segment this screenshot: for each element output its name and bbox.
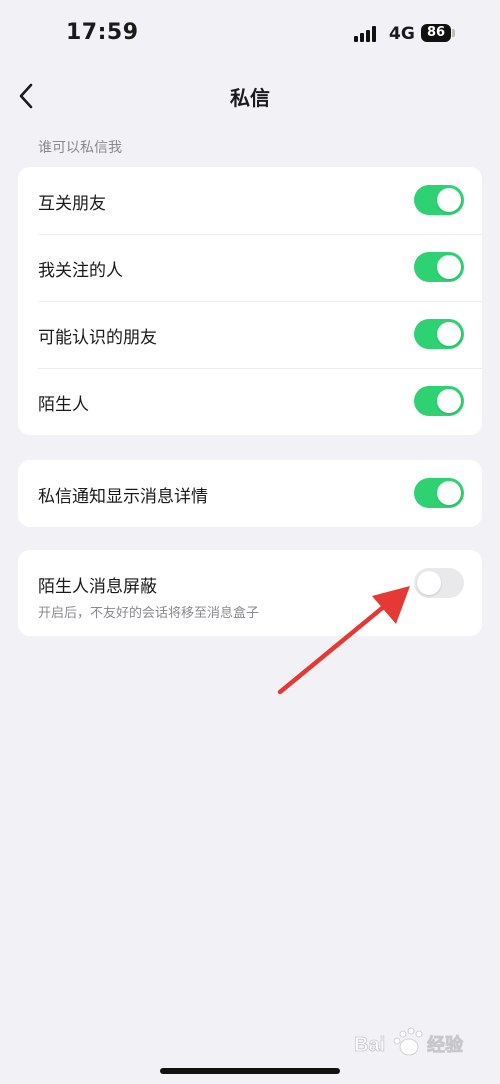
setting-row-notification-details: 私信通知显示消息详情 [18, 460, 482, 527]
setting-label: 私信通知显示消息详情 [38, 487, 208, 507]
toggle-knob [437, 389, 461, 413]
toggle-knob [437, 188, 461, 212]
baidu-watermark-logo: Bai 经验 [354, 1027, 464, 1056]
status-bar: 17:59 4G 86 [0, 0, 500, 70]
setting-label: 我关注的人 [38, 261, 123, 281]
notification-details-toggle[interactable] [414, 478, 464, 508]
toggle-knob [437, 255, 461, 279]
nav-bar: 私信 [0, 72, 500, 120]
signal-strength-icon [354, 26, 380, 42]
setting-row-mutual-friends: 互关朋友 [18, 167, 482, 234]
toggle-knob [437, 322, 461, 346]
setting-label: 陌生人 [38, 395, 89, 415]
strangers-toggle[interactable] [414, 386, 464, 416]
setting-description: 开启后，不友好的会话将移至消息盒子 [38, 606, 260, 621]
may-know-toggle[interactable] [414, 319, 464, 349]
toggle-knob [437, 481, 461, 505]
annotation-arrow-icon [277, 586, 410, 695]
who-can-message-group: 互关朋友 我关注的人 可能认识的朋友 陌生人 [18, 167, 482, 435]
setting-row-following: 我关注的人 [18, 234, 482, 301]
block-strangers-toggle[interactable] [414, 568, 464, 598]
page-title: 私信 [230, 86, 270, 110]
setting-label: 互关朋友 [38, 194, 106, 214]
status-time: 17:59 [66, 20, 139, 45]
svg-text:Bai: Bai [354, 1034, 385, 1056]
home-indicator [160, 1068, 340, 1074]
setting-label: 陌生人消息屏蔽 [38, 577, 157, 597]
toggle-knob [417, 571, 441, 595]
setting-row-strangers: 陌生人 [18, 368, 482, 435]
notification-detail-group: 私信通知显示消息详情 [18, 460, 482, 527]
following-toggle[interactable] [414, 252, 464, 282]
mutual-friends-toggle[interactable] [414, 185, 464, 215]
setting-row-may-know: 可能认识的朋友 [18, 301, 482, 368]
svg-text:经验: 经验 [427, 1034, 464, 1056]
setting-label: 可能认识的朋友 [38, 328, 157, 348]
battery-icon: 86 [421, 24, 451, 42]
network-type: 4G [389, 24, 415, 44]
battery-cap [452, 29, 455, 37]
section-header: 谁可以私信我 [38, 140, 122, 156]
